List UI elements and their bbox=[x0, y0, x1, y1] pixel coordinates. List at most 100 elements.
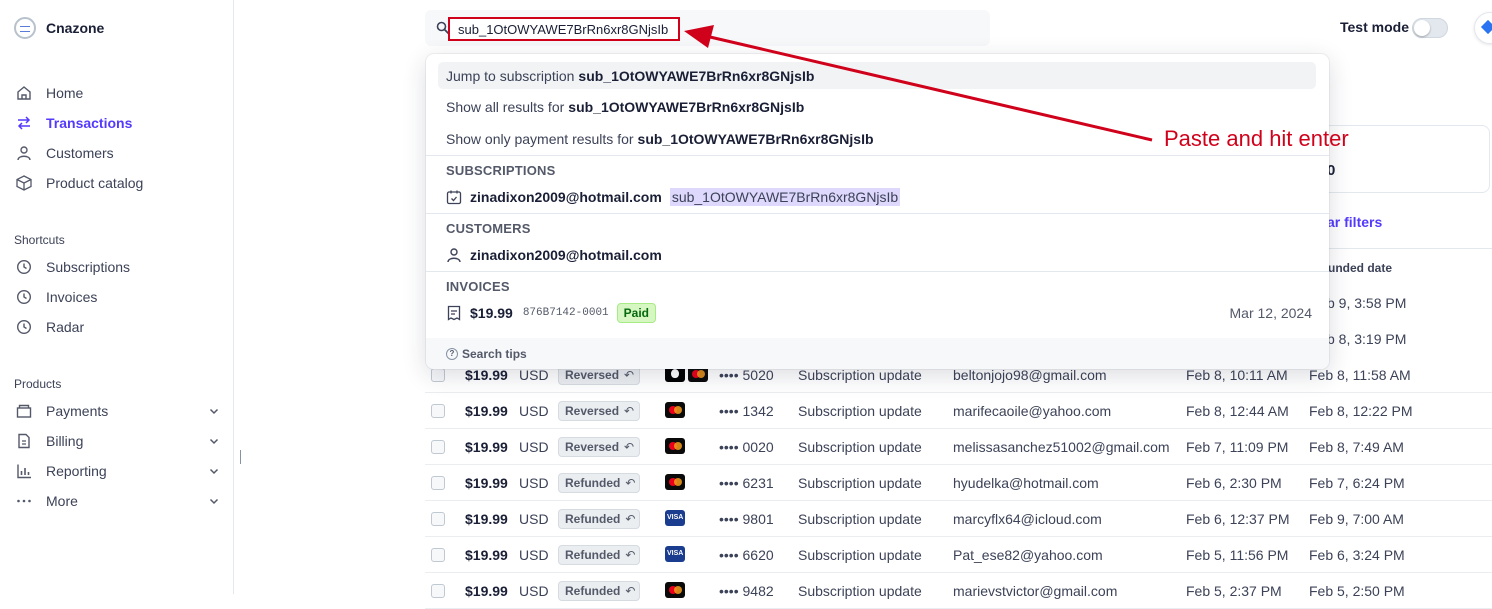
status-label: Refunded bbox=[565, 512, 621, 526]
table-row[interactable]: $19.99 USD Reversed ↶ •••• 1342 Subscript… bbox=[425, 393, 1492, 429]
nav-customers-label: Customers bbox=[46, 145, 114, 161]
shortcut-radar[interactable]: Radar bbox=[14, 316, 220, 338]
customer-result[interactable]: zinadixon2009@hotmail.com bbox=[446, 245, 1312, 265]
reverse-arrow-icon: ↶ bbox=[624, 368, 635, 382]
nav-more[interactable]: More bbox=[14, 490, 220, 512]
table-row[interactable]: $19.99 USD Refunded ↶ •••• 9482 Subscript… bbox=[425, 573, 1492, 609]
brand-logo-icon bbox=[14, 17, 36, 39]
home-icon bbox=[14, 83, 34, 103]
subscription-email: zinadixon2009@hotmail.com bbox=[470, 189, 662, 205]
table-row[interactable]: $19.99 USD Reversed ↶ •••• 0020 Subscript… bbox=[425, 429, 1492, 465]
chevron-down-icon[interactable] bbox=[208, 435, 220, 447]
row-checkbox[interactable] bbox=[431, 584, 445, 598]
row-currency: USD bbox=[519, 475, 549, 491]
row-last4: •••• 6231 bbox=[719, 475, 774, 491]
table-row[interactable]: $19.99 USD Refunded ↶ •••• 6231 Subscript… bbox=[425, 465, 1492, 501]
invoice-result[interactable]: $19.99 876B7142-0001 Paid Mar 12, 2024 bbox=[446, 303, 1312, 323]
assistant-icon[interactable] bbox=[1474, 12, 1492, 44]
chevron-down-icon[interactable] bbox=[208, 465, 220, 477]
invoice-number: 876B7142-0001 bbox=[522, 307, 609, 319]
search-bar[interactable] bbox=[425, 10, 990, 46]
status-label: Reversed bbox=[565, 368, 620, 382]
annotation-text: Paste and hit enter bbox=[1164, 126, 1349, 151]
shortcut-subscriptions-label: Subscriptions bbox=[46, 259, 131, 275]
row-date: Feb 8, 10:11 AM bbox=[1186, 367, 1288, 383]
row-amount: $19.99 bbox=[465, 583, 508, 599]
customers-icon bbox=[14, 143, 34, 163]
row-checkbox[interactable] bbox=[431, 440, 445, 454]
card-brand-icon bbox=[665, 402, 685, 418]
reporting-icon bbox=[14, 461, 34, 481]
shortcut-invoices[interactable]: Invoices bbox=[14, 286, 220, 308]
search-tips-link[interactable]: ? Search tips bbox=[426, 338, 1329, 369]
chevron-down-icon[interactable] bbox=[208, 495, 220, 507]
payment-method bbox=[665, 546, 685, 562]
show-all-results-option[interactable]: Show all results for sub_1OtOWYAWE7BrRn6x… bbox=[438, 93, 1316, 120]
status-label: Refunded bbox=[565, 476, 621, 490]
card-brand-icon bbox=[665, 510, 685, 526]
search-input[interactable] bbox=[448, 17, 680, 41]
card-brand-icon bbox=[665, 474, 685, 490]
card-brand-icon bbox=[665, 438, 685, 454]
search-results-dropdown: Jump to subscription sub_1OtOWYAWE7BrRn6x… bbox=[426, 54, 1329, 369]
row-checkbox[interactable] bbox=[431, 476, 445, 490]
customers-heading: CUSTOMERS bbox=[446, 221, 531, 236]
clock-icon bbox=[14, 317, 34, 337]
paid-badge: Paid bbox=[616, 303, 656, 323]
product-catalog-icon bbox=[14, 173, 34, 193]
clear-filters-link[interactable]: ar filters bbox=[1327, 214, 1382, 230]
row-currency: USD bbox=[519, 367, 549, 383]
row-description: Subscription update bbox=[798, 547, 922, 563]
card-brand-icon bbox=[665, 582, 685, 598]
brand[interactable]: Cnazone bbox=[14, 16, 104, 40]
status-badge: Reversed ↶ bbox=[558, 437, 640, 457]
row-refunded-date: Feb 8, 11:58 AM bbox=[1309, 367, 1411, 383]
row-refunded-date: Feb 9, 7:00 AM bbox=[1309, 511, 1404, 527]
transactions-icon bbox=[14, 113, 34, 133]
row-customer-email: beltonjojo98@gmail.com bbox=[953, 367, 1107, 383]
status-label: Refunded bbox=[565, 548, 621, 562]
test-mode-label: Test mode bbox=[1340, 19, 1409, 35]
row-customer-email: marifecaoile@yahoo.com bbox=[953, 403, 1112, 419]
shortcuts-label: Shortcuts bbox=[14, 233, 65, 247]
reverse-arrow-icon: ↶ bbox=[625, 476, 636, 490]
shortcut-subscriptions[interactable]: Subscriptions bbox=[14, 256, 220, 278]
jump-to-subscription-option[interactable]: Jump to subscription sub_1OtOWYAWE7BrRn6x… bbox=[438, 62, 1316, 89]
row-description: Subscription update bbox=[798, 439, 922, 455]
table-row[interactable]: $19.99 USD Refunded ↶ •••• 6620 Subscript… bbox=[425, 537, 1492, 573]
divider bbox=[426, 271, 1329, 272]
row-checkbox[interactable] bbox=[431, 368, 445, 382]
refunded-date-header[interactable]: unded date bbox=[1328, 261, 1392, 275]
nav-transactions[interactable]: Transactions bbox=[14, 112, 220, 134]
search-tips-label: Search tips bbox=[462, 346, 527, 361]
partial-refunded-date: b 9, 3:58 PM bbox=[1327, 295, 1407, 311]
table-row[interactable]: $19.99 USD Refunded ↶ •••• 9801 Subscript… bbox=[425, 501, 1492, 537]
row-customer-email: marcyflx64@icloud.com bbox=[953, 511, 1102, 527]
card-brand-icon bbox=[665, 546, 685, 562]
subscription-result[interactable]: zinadixon2009@hotmail.com sub_1OtOWYAWE7… bbox=[446, 187, 1312, 207]
nav-product-catalog[interactable]: Product catalog bbox=[14, 172, 220, 194]
chevron-down-icon[interactable] bbox=[208, 405, 220, 417]
customer-icon bbox=[447, 248, 461, 263]
row-amount: $19.99 bbox=[465, 547, 508, 563]
nav-billing[interactable]: Billing bbox=[14, 430, 220, 452]
customer-email: zinadixon2009@hotmail.com bbox=[470, 247, 662, 263]
row-customer-email: melissasanchez51002@gmail.com bbox=[953, 439, 1170, 455]
nav-home[interactable]: Home bbox=[14, 82, 220, 104]
row-amount: $19.99 bbox=[465, 511, 508, 527]
nav-payments[interactable]: Payments bbox=[14, 400, 220, 422]
test-mode-toggle[interactable] bbox=[1412, 18, 1448, 38]
reverse-arrow-icon: ↶ bbox=[624, 440, 635, 454]
row-checkbox[interactable] bbox=[431, 548, 445, 562]
shortcut-radar-label: Radar bbox=[46, 319, 85, 335]
nav-reporting[interactable]: Reporting bbox=[14, 460, 220, 482]
status-label: Reversed bbox=[565, 440, 620, 454]
row-checkbox[interactable] bbox=[431, 512, 445, 526]
row-description: Subscription update bbox=[798, 511, 922, 527]
nav-customers[interactable]: Customers bbox=[14, 142, 220, 164]
resize-handle[interactable] bbox=[240, 450, 241, 464]
invoice-icon bbox=[447, 305, 461, 321]
brand-name: Cnazone bbox=[46, 20, 105, 36]
row-date: Feb 5, 11:56 PM bbox=[1186, 547, 1289, 563]
row-checkbox[interactable] bbox=[431, 404, 445, 418]
